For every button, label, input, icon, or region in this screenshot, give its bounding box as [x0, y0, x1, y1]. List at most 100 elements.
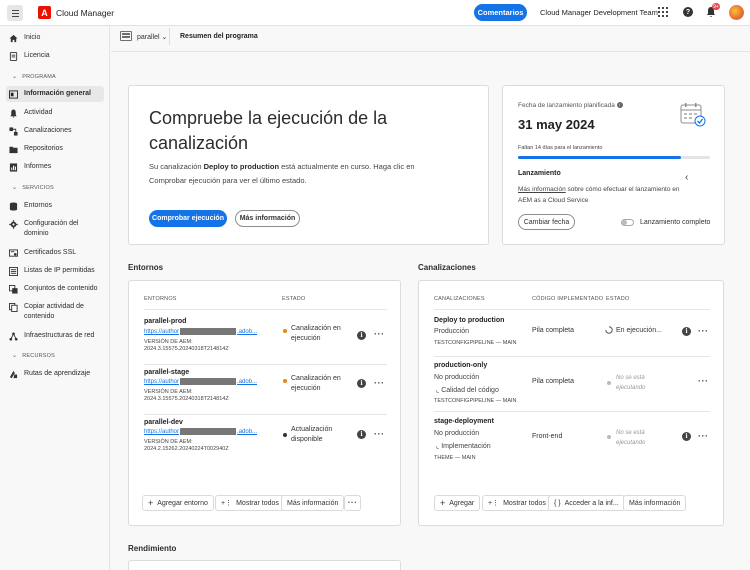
info-icon[interactable]: i [682, 432, 691, 441]
env-more-info-button[interactable]: Más información [281, 495, 345, 511]
chevron-down-icon: ⌄ [161, 34, 168, 41]
env-link[interactable]: https://author .adob... [144, 328, 257, 335]
env-status: Actualización disponible [291, 426, 333, 443]
apps-grid-icon[interactable] [658, 7, 668, 17]
table-row: parallel-dev https://author .adob... VERS… [144, 419, 387, 461]
calendar-check-icon [680, 103, 706, 127]
info-icon[interactable]: i [357, 331, 366, 340]
pipeline-name[interactable]: production-only [434, 362, 487, 369]
avatar[interactable] [729, 5, 744, 20]
env-status-col-header: ESTADO [282, 296, 306, 302]
top-bar: A Cloud Manager Comentarios Cloud Manage… [0, 0, 750, 26]
env-link[interactable]: https://author .adob... [144, 428, 257, 435]
section-programa[interactable]: ⌄ PROGRAMA [12, 73, 56, 80]
pipeline-name[interactable]: Deploy to production [434, 317, 504, 324]
sidebar-item-actividad[interactable]: Actividad [6, 105, 104, 121]
launch-date: 31 may 2024 [518, 117, 595, 132]
more-actions-icon[interactable]: ··· [698, 327, 709, 336]
pipeline-name[interactable]: stage-deployment [434, 418, 494, 425]
pipeline-meta: TESTCONFIGPIPELINE — MAIN [434, 398, 517, 404]
pipeline-icon [9, 127, 18, 136]
env-link[interactable]: https://author .adob... [144, 378, 257, 385]
more-actions-icon[interactable]: ··· [374, 330, 385, 339]
list-icon [9, 267, 18, 276]
sidebar-item-label: Canalizaciones [24, 127, 72, 134]
sidebar-item-copiar-actividad[interactable]: Copiar actividad de contenido [6, 299, 104, 325]
add-environment-button[interactable]: + Agregar entorno [142, 495, 214, 511]
table-row: parallel-prod https://author .adob... VER… [144, 318, 387, 360]
launch-section-title: Lanzamiento [518, 170, 561, 177]
status-dot [283, 379, 287, 383]
info-icon[interactable]: i [616, 102, 623, 109]
check-execution-button[interactable]: Comprobar ejecución [149, 210, 227, 227]
sidebar-item-licencia[interactable]: Licencia [6, 48, 104, 64]
env-name[interactable]: parallel-dev [144, 419, 183, 426]
show-all-icon: +⋮ [488, 500, 500, 507]
more-options-button[interactable]: ··· [344, 495, 361, 511]
program-switcher[interactable]: parallel ⌄ [137, 33, 167, 41]
sidebar-item-listas-ip[interactable]: Listas de IP permitidas [6, 263, 104, 279]
env-status: Canalización en ejecución [291, 325, 341, 342]
sidebar-item-repositorios[interactable]: Repositorios [6, 141, 104, 157]
feedback-button[interactable]: Comentarios [474, 4, 527, 21]
hero-more-info-button[interactable]: Más información [235, 210, 300, 227]
pipeline-type: No producción [434, 430, 480, 437]
pipeline-more-info-button[interactable]: Más información [623, 495, 687, 511]
sidebar-item-label: Infraestructuras de red [24, 332, 95, 339]
env-name[interactable]: parallel-prod [144, 318, 186, 325]
show-all-environments-button[interactable]: +⋮ Mostrar todos [215, 495, 285, 511]
notification-badge: 9+ [712, 3, 720, 10]
info-icon[interactable]: i [682, 327, 691, 336]
app-title: Cloud Manager [56, 8, 115, 18]
env-col-header: ENTORNOS [144, 296, 177, 302]
report-icon [9, 163, 18, 172]
launch-complete-toggle[interactable] [621, 219, 634, 226]
certificate-icon [9, 249, 18, 257]
more-actions-icon[interactable]: ··· [374, 430, 385, 439]
info-icon[interactable]: i [357, 379, 366, 388]
license-icon [9, 52, 18, 61]
sidebar-item-certificados-ssl[interactable]: Certificados SSL [6, 245, 104, 261]
sidebar-item-entornos[interactable]: Entornos [6, 198, 104, 214]
more-actions-icon[interactable]: ··· [374, 379, 385, 388]
sidebar: Inicio Licencia ⌄ PROGRAMA Información ge… [0, 26, 110, 570]
pipeline-status: En ejecución... [616, 327, 662, 334]
env-name[interactable]: parallel-stage [144, 369, 189, 376]
sidebar-item-label: Licencia [24, 52, 50, 59]
sidebar-item-label: Informes [24, 163, 52, 170]
chevron-down-icon: ⌄ [12, 353, 18, 359]
info-icon[interactable]: i [357, 430, 366, 439]
sidebar-item-infraestructuras-red[interactable]: Infraestructuras de red [6, 328, 104, 344]
launch-complete-label: Lanzamiento completo [640, 219, 711, 226]
sidebar-item-conjuntos-contenido[interactable]: Conjuntos de contenido [6, 281, 104, 297]
sidebar-item-inicio[interactable]: Inicio [6, 30, 104, 46]
chevron-left-icon[interactable]: ‹ [685, 172, 688, 183]
more-icon: ··· [347, 498, 358, 507]
section-recursos[interactable]: ⌄ RECURSOS [12, 352, 55, 359]
copy-icon [9, 303, 18, 312]
folder-icon [9, 146, 18, 154]
pipeline-code: Pila completa [532, 378, 575, 385]
performance-heading: Rendimiento [128, 544, 177, 553]
pipeline-subtype: ⌞ Implementación [436, 443, 491, 450]
sidebar-item-informacion-general[interactable]: Información general [6, 86, 104, 102]
help-icon[interactable]: ? [683, 7, 693, 17]
menu-icon[interactable] [7, 5, 23, 21]
show-all-pipelines-button[interactable]: +⋮ Mostrar todos [482, 495, 552, 511]
sidebar-item-configuracion-dominio[interactable]: Configuración del dominio [6, 216, 104, 242]
env-status: Canalización en ejecución [291, 375, 341, 392]
change-date-button[interactable]: Cambiar fecha [518, 214, 575, 230]
sidebar-item-rutas-aprendizaje[interactable]: Rutas de aprendizaje [6, 366, 104, 382]
section-servicios[interactable]: ⌄ SERVICIOS [12, 184, 54, 191]
sidebar-item-canalizaciones[interactable]: Canalizaciones [6, 123, 104, 139]
show-all-icon: +⋮ [221, 500, 233, 507]
divider [144, 309, 387, 310]
aem-version-label: VERSIÓN DE AEM: [144, 389, 193, 395]
launch-info-link[interactable]: Más información [518, 186, 566, 193]
org-switcher[interactable]: Cloud Manager Development Team [540, 8, 658, 17]
add-pipeline-button[interactable]: + Agregar [434, 495, 481, 511]
more-actions-icon[interactable]: ··· [698, 432, 709, 441]
sidebar-item-informes[interactable]: Informes [6, 159, 104, 175]
access-repo-button[interactable]: { } Acceder a la inf... [548, 495, 625, 511]
more-actions-icon[interactable]: ··· [698, 377, 709, 386]
